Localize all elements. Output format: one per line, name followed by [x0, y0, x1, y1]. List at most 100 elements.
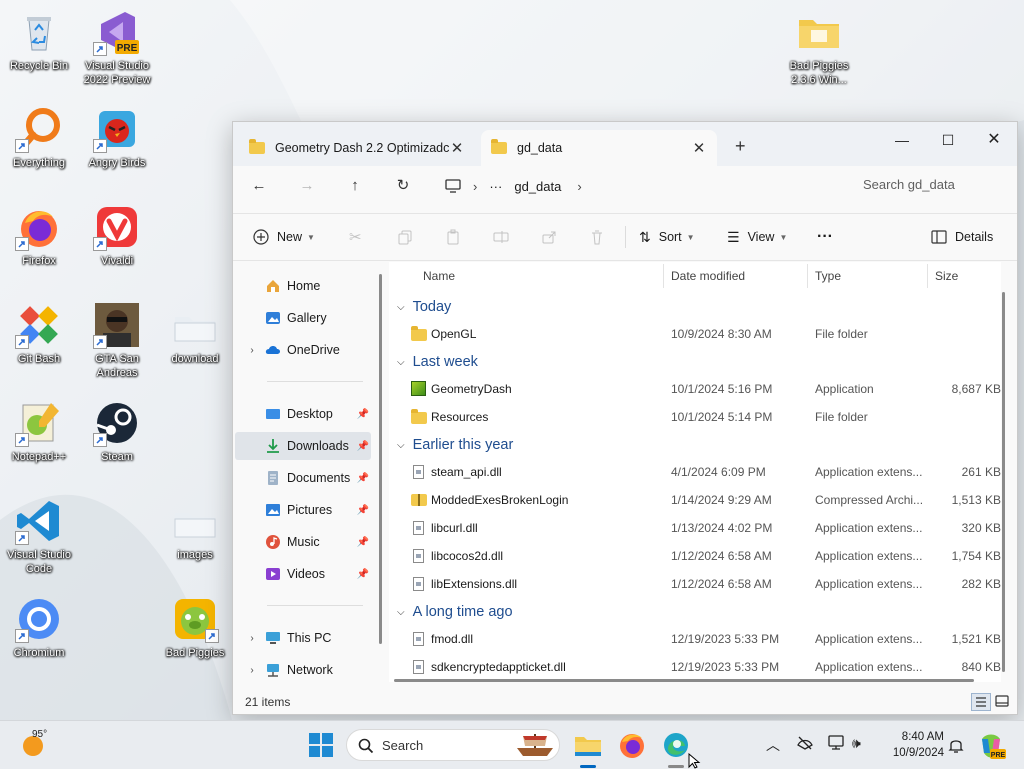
desktop-icon-bad-piggies[interactable]: Bad Piggies [157, 595, 233, 660]
copilot-button[interactable]: PRE [976, 731, 1006, 761]
close-button[interactable]: ✕ [971, 126, 1017, 154]
desktop-icon-visual-studio-code[interactable]: Visual Studio Code [1, 497, 77, 576]
group-header-last-week[interactable]: ⌵ Last week [397, 349, 478, 375]
chevron-right-icon[interactable]: › [245, 633, 259, 644]
file-row[interactable]: libcocos2d.dll 1/12/2024 6:58 AM Applica… [405, 542, 1001, 570]
share-button[interactable] [541, 227, 557, 247]
nav-item-documents[interactable]: Documents 📌 [235, 464, 371, 492]
nav-item-videos[interactable]: Videos 📌 [235, 560, 371, 588]
file-row[interactable]: fmod.dll 12/19/2023 5:33 PM Application … [405, 625, 1001, 653]
pin-icon[interactable]: 📌 [357, 569, 369, 580]
pin-icon[interactable]: 📌 [357, 505, 369, 516]
system-clock[interactable]: 8:40 AM 10/9/2024 [880, 729, 944, 761]
taskbar-firefox[interactable] [616, 729, 648, 761]
volume-icon[interactable]: 🕪 [852, 735, 861, 752]
nav-item-desktop[interactable]: Desktop 📌 [235, 400, 371, 428]
pin-icon[interactable]: 📌 [357, 473, 369, 484]
desktop-icon-gta-san-andreas[interactable]: GTA San Andreas [79, 301, 155, 380]
desktop-icon-angry-birds[interactable]: Angry Birds [79, 105, 155, 170]
back-button[interactable]: ← [247, 175, 271, 197]
chevron-right-icon[interactable]: › [245, 665, 259, 676]
tab-geometry-dash[interactable]: Geometry Dash 2.2 Optimizadc ✕ [239, 130, 475, 166]
copy-button[interactable] [397, 227, 413, 247]
notification-bell-icon[interactable] [948, 736, 964, 754]
file-row[interactable]: libExtensions.dll 1/12/2024 6:58 AM Appl… [405, 570, 1001, 598]
forward-button[interactable]: → [295, 175, 319, 197]
taskbar-file-explorer[interactable] [572, 729, 604, 761]
group-header-earlier-this-year[interactable]: ⌵ Earlier this year [397, 432, 513, 458]
desktop-icon-recycle-bin[interactable]: Recycle Bin [1, 8, 77, 73]
chevron-right-icon[interactable]: › [245, 345, 259, 356]
desktop-icon-firefox[interactable]: Firefox [1, 203, 77, 268]
desktop-icon-images-folder[interactable]: images [157, 497, 233, 562]
nav-item-home[interactable]: Home [235, 272, 371, 300]
rename-button[interactable] [493, 227, 509, 247]
cut-button[interactable]: ✂ [349, 227, 362, 247]
close-tab-icon[interactable]: ✕ [449, 139, 465, 157]
desktop-icon-bad-piggies-folder[interactable]: Bad Piggies 2.3.6 Win... [781, 8, 857, 87]
file-row[interactable]: OpenGL 10/9/2024 8:30 AM File folder [405, 320, 1001, 348]
sort-button[interactable]: ⇅ Sort ▼ [639, 227, 695, 247]
details-view-button[interactable] [971, 693, 991, 711]
file-row[interactable]: GeometryDash 10/1/2024 5:16 PM Applicati… [405, 375, 1001, 403]
taskbar-search[interactable]: Search [346, 729, 560, 761]
tab-gd-data[interactable]: gd_data ✕ [481, 130, 717, 166]
delete-button[interactable] [589, 227, 605, 247]
column-header-size[interactable]: Size [935, 262, 958, 290]
tiles-view-button[interactable] [993, 693, 1013, 711]
file-row[interactable]: libcurl.dll 1/13/2024 4:02 PM Applicatio… [405, 514, 1001, 542]
column-header-type[interactable]: Type [815, 262, 841, 290]
column-header-name[interactable]: Name [423, 262, 455, 290]
breadcrumb[interactable]: › ··· gd_data › [445, 175, 582, 197]
paste-button[interactable] [445, 227, 461, 247]
no-internet-icon[interactable] [796, 735, 814, 751]
breadcrumb-more[interactable]: ··· [489, 179, 502, 194]
column-divider[interactable] [807, 264, 808, 288]
desktop-icon-vivaldi[interactable]: Vivaldi [79, 203, 155, 268]
file-list-vertical-scrollbar[interactable] [1002, 292, 1005, 672]
show-hidden-icons-chevron-icon[interactable]: ︿ [766, 735, 780, 755]
column-header-date[interactable]: Date modified [671, 262, 745, 290]
new-button[interactable]: New ▼ [253, 227, 315, 247]
nav-item-network[interactable]: › Network [235, 656, 371, 684]
group-header-today[interactable]: ⌵ Today [397, 294, 451, 320]
desktop-icon-everything[interactable]: Everything [1, 105, 77, 170]
breadcrumb-current[interactable]: gd_data [514, 179, 561, 194]
minimize-button[interactable]: — [879, 126, 925, 154]
start-button[interactable] [305, 729, 337, 761]
nav-item-music[interactable]: Music 📌 [235, 528, 371, 556]
desktop-icon-visual-studio-2022-preview[interactable]: PRE Visual Studio 2022 Preview [79, 8, 155, 87]
pin-icon[interactable]: 📌 [357, 537, 369, 548]
nav-scrollbar[interactable] [379, 274, 382, 644]
pin-icon[interactable]: 📌 [357, 409, 369, 420]
desktop-icon-git-bash[interactable]: Git Bash [1, 301, 77, 366]
desktop-icon-download-folder[interactable]: download [157, 301, 233, 366]
new-tab-button[interactable]: + [735, 136, 746, 157]
column-divider[interactable] [663, 264, 664, 288]
up-button[interactable]: ↑ [343, 175, 367, 197]
view-button[interactable]: ☰ View ▼ [727, 227, 787, 247]
nav-item-this-pc[interactable]: › This PC [235, 624, 371, 652]
nav-item-gallery[interactable]: Gallery [235, 304, 371, 332]
maximize-button[interactable]: ☐ [925, 126, 971, 154]
file-list-horizontal-scrollbar[interactable] [394, 679, 974, 682]
desktop-icon-notepad-plus-plus[interactable]: Notepad++ [1, 399, 77, 464]
nav-item-onedrive[interactable]: › OneDrive [235, 336, 371, 364]
more-options-button[interactable]: ··· [817, 227, 833, 247]
pin-icon[interactable]: 📌 [357, 441, 369, 452]
refresh-button[interactable]: ↻ [391, 175, 415, 197]
desktop-icon-steam[interactable]: Steam [79, 399, 155, 464]
close-tab-icon[interactable]: ✕ [691, 139, 707, 157]
details-pane-button[interactable]: Details [931, 227, 993, 247]
search-input[interactable]: Search gd_data [853, 172, 1009, 198]
file-row[interactable]: ModdedExesBrokenLogin 1/14/2024 9:29 AM … [405, 486, 1001, 514]
nav-item-downloads[interactable]: Downloads 📌 [235, 432, 371, 460]
column-divider[interactable] [927, 264, 928, 288]
desktop-icon-chromium[interactable]: Chromium [1, 595, 77, 660]
display-icon[interactable] [828, 735, 846, 751]
file-row[interactable]: steam_api.dll 4/1/2024 6:09 PM Applicati… [405, 458, 1001, 486]
file-row[interactable]: Resources 10/1/2024 5:14 PM File folder [405, 403, 1001, 431]
nav-item-pictures[interactable]: Pictures 📌 [235, 496, 371, 524]
group-header-a-long-time-ago[interactable]: ⌵ A long time ago [397, 599, 513, 625]
file-row[interactable]: sdkencryptedappticket.dll 12/19/2023 5:3… [405, 653, 1001, 681]
